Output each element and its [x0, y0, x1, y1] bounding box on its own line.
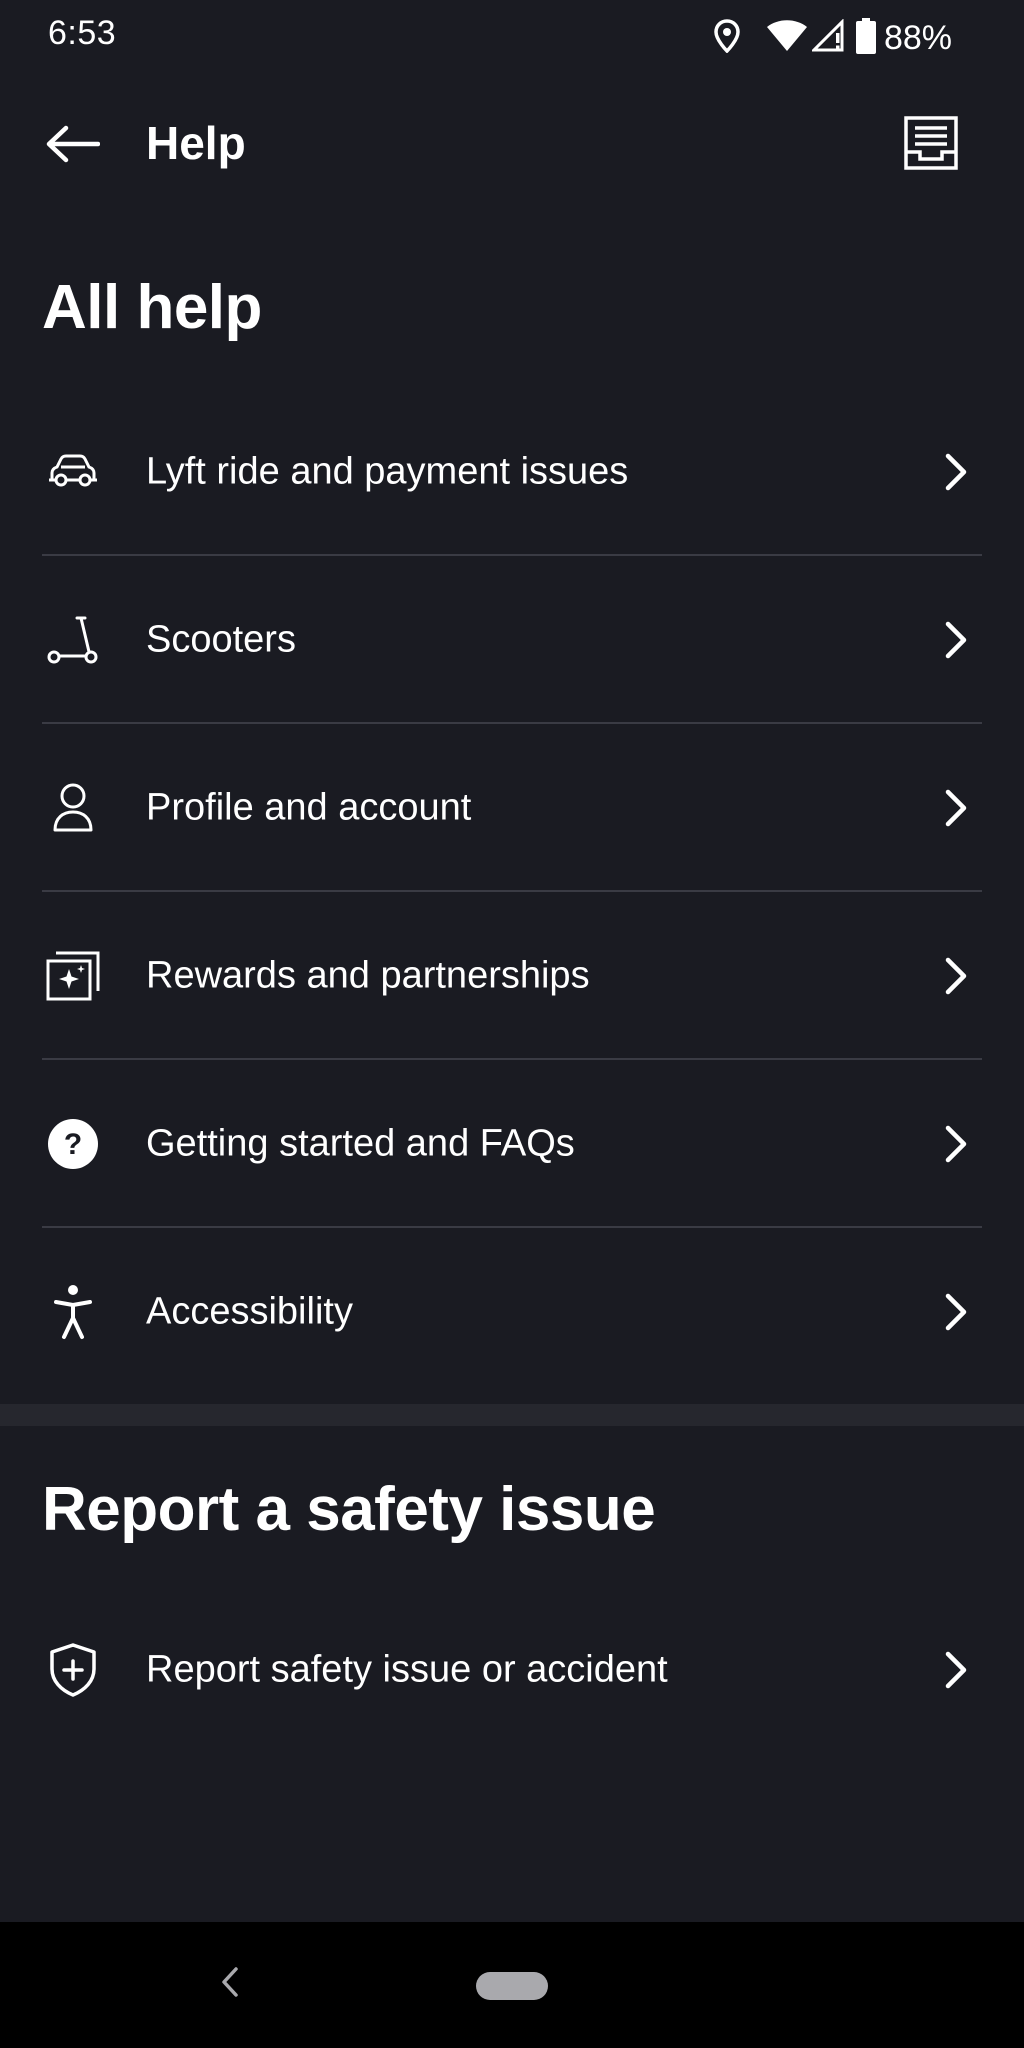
system-back-button[interactable] — [210, 1960, 250, 2008]
all-help-heading: All help — [42, 273, 262, 342]
help-topics-list: Lyft ride and payment issues Scooters Pr… — [0, 388, 1024, 1396]
person-icon — [40, 775, 106, 841]
battery-percentage: 88% — [883, 18, 952, 57]
page-title: Help — [146, 117, 246, 169]
chevron-left-icon — [220, 1966, 240, 2003]
chevron-right-icon — [936, 1646, 976, 1694]
chevron-right-icon — [936, 616, 976, 664]
list-item-label: Profile and account — [146, 786, 472, 829]
location-icon — [714, 18, 740, 58]
list-item-label: Lyft ride and payment issues — [146, 450, 629, 493]
status-icons: 88% — [700, 16, 952, 60]
section-separator — [0, 1404, 1024, 1426]
list-item-label: Scooters — [146, 618, 296, 661]
list-item-getting-started[interactable]: ? Getting started and FAQs — [0, 1060, 1024, 1228]
chevron-right-icon — [936, 1120, 976, 1168]
list-item-label: Report safety issue or accident — [146, 1648, 668, 1691]
chevron-right-icon — [936, 1288, 976, 1336]
chevron-right-icon — [936, 952, 976, 1000]
list-item-rewards[interactable]: Rewards and partnerships — [0, 892, 1024, 1060]
safety-heading: Report a safety issue — [42, 1475, 656, 1544]
app-bar: Help — [0, 96, 1024, 196]
chevron-right-icon — [936, 784, 976, 832]
status-time: 6:53 — [48, 14, 117, 52]
back-button[interactable] — [40, 118, 104, 174]
chevron-right-icon — [936, 448, 976, 496]
scooter-icon — [40, 607, 106, 673]
inbox-button[interactable] — [898, 112, 964, 178]
accessibility-icon — [40, 1279, 106, 1345]
list-item-label: Rewards and partnerships — [146, 954, 590, 997]
battery-icon — [855, 17, 876, 59]
arrow-left-icon — [44, 124, 101, 169]
list-item-label: Accessibility — [146, 1290, 353, 1333]
system-nav-bar — [0, 1922, 1024, 2048]
svg-text:?: ? — [64, 1128, 82, 1161]
list-item-ride-payment[interactable]: Lyft ride and payment issues — [0, 388, 1024, 556]
signal-icon — [810, 17, 846, 58]
list-item-scooters[interactable]: Scooters — [0, 556, 1024, 724]
car-icon — [40, 439, 106, 505]
list-item-profile-account[interactable]: Profile and account — [0, 724, 1024, 892]
status-bar: 6:53 88% — [0, 0, 1024, 76]
list-item-report-safety[interactable]: Report safety issue or accident — [0, 1586, 1024, 1754]
inbox-icon — [903, 115, 959, 176]
list-item-label: Getting started and FAQs — [146, 1122, 575, 1165]
question-icon: ? — [40, 1111, 106, 1177]
help-screen: 6:53 88% Help All help Lyft ride and pay… — [0, 0, 1024, 2048]
wifi-icon — [766, 19, 808, 58]
list-item-accessibility[interactable]: Accessibility — [0, 1228, 1024, 1396]
rewards-icon — [40, 943, 106, 1009]
system-home-pill[interactable] — [476, 1972, 548, 2000]
safety-list: Report safety issue or accident — [0, 1586, 1024, 1754]
shield-plus-icon — [40, 1637, 106, 1703]
